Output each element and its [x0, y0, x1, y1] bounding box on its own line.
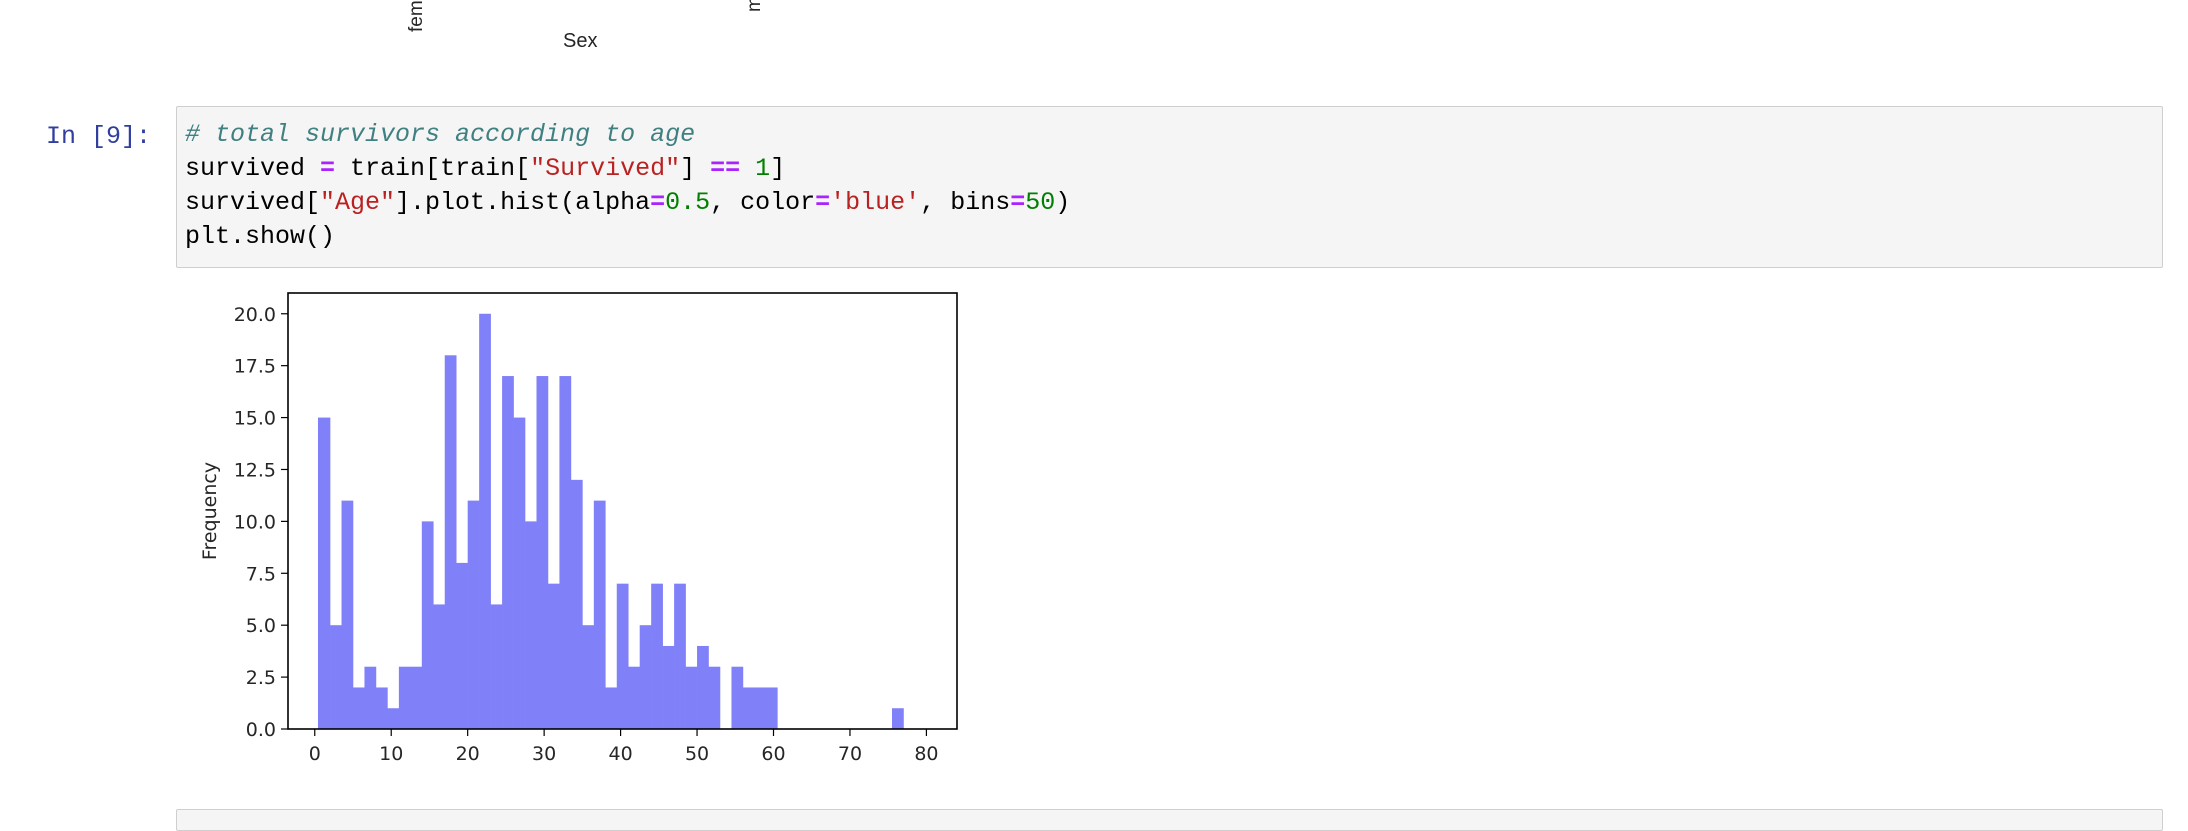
x-tick-label: 70 [838, 743, 862, 765]
next-code-cell[interactable] [176, 809, 2163, 831]
histogram-bar [708, 666, 721, 729]
histogram-bar [467, 500, 480, 729]
code-token: plt.show() [185, 222, 336, 251]
histogram-bar [616, 583, 629, 729]
histogram-bar [433, 604, 446, 729]
code-editor[interactable]: # total survivors according to age survi… [176, 106, 2163, 268]
x-tick-label: 10 [379, 743, 403, 765]
histogram-bar [731, 666, 744, 729]
histogram-bar [525, 521, 537, 729]
previous-output: fem m Sex [0, 0, 2188, 70]
code-operator: == [710, 154, 741, 183]
code-token: , color [710, 188, 816, 217]
code-token: ) [1055, 188, 1071, 217]
cell-prompt: In [9]: [46, 122, 152, 151]
histogram-bar [410, 666, 423, 729]
prev-tick-label-male: m [744, 0, 765, 12]
x-tick-label: 80 [914, 743, 938, 765]
histogram-bar [421, 521, 434, 729]
x-tick-label: 50 [685, 743, 709, 765]
prev-x-axis-label: Sex [563, 30, 598, 52]
code-number: 0.5 [665, 188, 711, 217]
histogram-bar [593, 500, 606, 729]
code-token: survived[ [185, 188, 321, 217]
y-tick-label: 0.0 [246, 719, 276, 741]
histogram-bar [375, 687, 388, 729]
y-tick-label: 10.0 [234, 511, 276, 533]
code-operator: = [815, 188, 831, 217]
code-operator: = [320, 154, 336, 183]
x-tick-label: 60 [761, 743, 785, 765]
y-tick-label: 5.0 [246, 615, 276, 637]
histogram-bar [639, 625, 652, 729]
code-number: 1 [755, 154, 771, 183]
histogram-bar [605, 687, 618, 729]
histogram-bar [685, 666, 698, 729]
histogram-bar [330, 625, 342, 729]
histogram-bar [662, 645, 675, 729]
histogram-bar [674, 583, 686, 729]
code-operator: = [1010, 188, 1026, 217]
histogram-bar [697, 645, 709, 729]
y-tick-label: 2.5 [246, 667, 276, 689]
histogram-bar [892, 708, 904, 729]
histogram-bar [456, 562, 468, 729]
histogram-bar [398, 666, 411, 729]
prev-tick-label-female: fem [406, 0, 427, 32]
code-string: "Age" [320, 188, 396, 217]
code-token: train[train[ [335, 154, 531, 183]
y-tick-label: 7.5 [246, 563, 276, 585]
histogram-bar [341, 500, 354, 729]
histogram-bar [628, 666, 641, 729]
histogram-bar [536, 376, 549, 729]
histogram-bar [547, 583, 560, 729]
code-string: 'blue' [830, 188, 921, 217]
histogram-bar [582, 625, 595, 729]
code-number: 50 [1025, 188, 1056, 217]
histogram-bar [364, 666, 377, 729]
code-text[interactable]: # total survivors according to age survi… [185, 118, 1070, 254]
histogram-bar [742, 687, 755, 729]
cell-output: 0 10 20 30 40 50 60 70 80 0.0 2.5 5.0 7.5 10.0 12.5 15.… [176, 284, 976, 784]
histogram-bar [570, 479, 583, 729]
histogram-chart: 0 10 20 30 40 50 60 70 80 0.0 2.5 5.0 7.5 10.0 12.5 15.… [199, 292, 958, 765]
y-tick-label: 20.0 [234, 304, 276, 326]
code-token: , bins [920, 188, 1011, 217]
histogram-bar [765, 687, 778, 729]
histogram-bar [352, 687, 365, 729]
histogram-bar [559, 376, 572, 729]
code-cell[interactable]: In [9]: # total survivors according to a… [0, 104, 2188, 269]
y-axis-label: Frequency [199, 462, 221, 560]
histogram-bar [754, 687, 767, 729]
x-tick-label: 0 [309, 743, 321, 765]
code-token: ].plot.hist(alpha [395, 188, 651, 217]
code-string: "Survived" [530, 154, 681, 183]
y-tick-label: 15.0 [234, 408, 276, 430]
y-tick-label: 12.5 [234, 459, 276, 481]
x-tick-label: 40 [608, 743, 632, 765]
histogram-bar [479, 313, 491, 729]
y-tick-label: 17.5 [234, 356, 276, 378]
histogram-bar [490, 604, 503, 729]
histogram-bar [513, 417, 526, 729]
code-comment: # total survivors according to age [185, 120, 696, 149]
x-tick-label: 20 [456, 743, 480, 765]
code-operator: = [650, 188, 666, 217]
histogram-bar [502, 376, 514, 729]
histogram-bar [444, 355, 457, 729]
histogram-bar [317, 417, 331, 729]
code-token: ] [680, 154, 711, 183]
histogram-bar [387, 708, 400, 729]
x-tick-label: 30 [532, 743, 556, 765]
code-token: ] [770, 154, 786, 183]
code-token: survived [185, 154, 321, 183]
histogram-bar [651, 583, 663, 729]
